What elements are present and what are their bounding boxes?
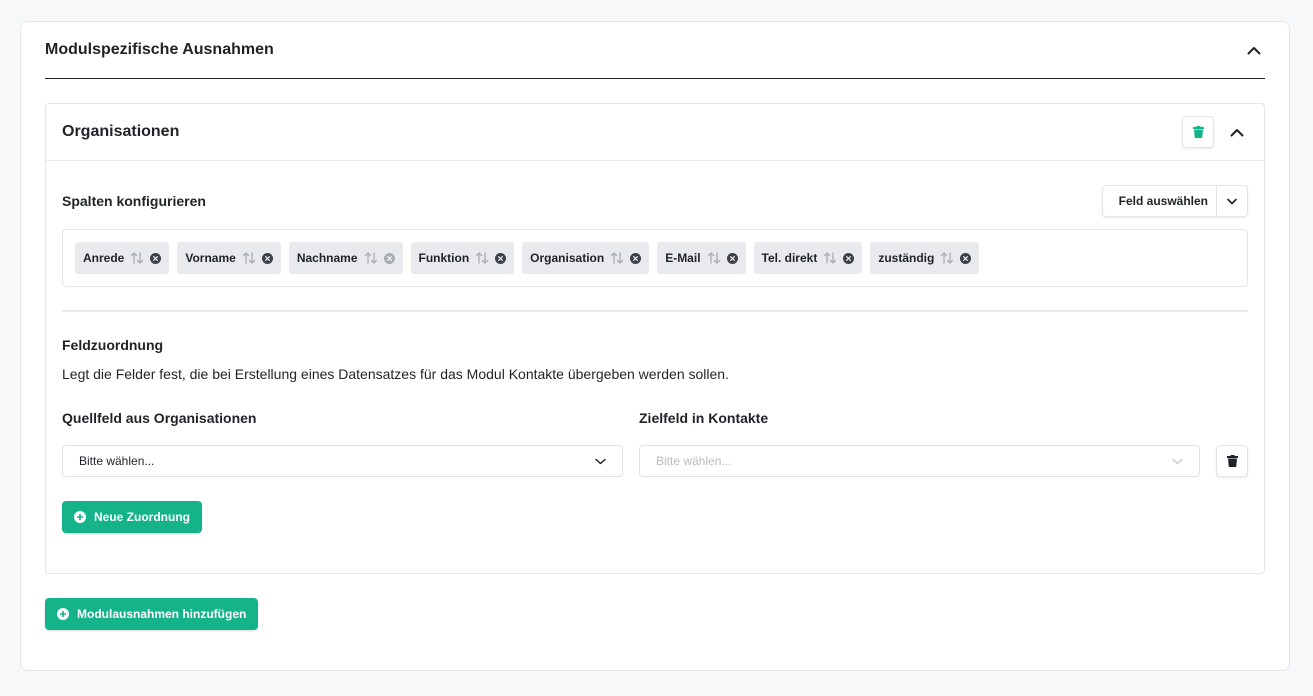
source-field-label: Quellfeld aus Organisationen (62, 410, 257, 426)
source-field-value: Bitte wählen... (79, 454, 155, 468)
section-title: Modulspezifische Ausnahmen (45, 41, 274, 58)
sort-arrows-icon[interactable] (242, 252, 256, 264)
column-tag-label: E-Mail (665, 251, 701, 265)
column-tag-label: Funktion (418, 251, 470, 265)
chevron-down-icon (1172, 458, 1183, 464)
sort-arrows-icon[interactable] (130, 252, 144, 264)
target-field-select[interactable]: Bitte wählen... (639, 445, 1200, 477)
target-field-placeholder: Bitte wählen... (656, 454, 732, 468)
field-select-dropdown[interactable]: Feld auswählen (1101, 185, 1248, 217)
module-exceptions-card: Modulspezifische Ausnahmen Organisatione… (20, 21, 1290, 671)
collapse-section-button[interactable] (1243, 39, 1265, 61)
delete-mapping-button[interactable] (1216, 445, 1248, 477)
remove-tag-icon[interactable] (150, 252, 162, 264)
column-tag[interactable]: Vorname (177, 242, 281, 274)
new-mapping-button[interactable]: Neue Zuordnung (62, 501, 202, 533)
remove-tag-icon[interactable] (261, 252, 273, 264)
remove-tag-icon[interactable] (630, 252, 642, 264)
trash-icon (1192, 126, 1204, 138)
column-tag[interactable]: Anrede (75, 242, 170, 274)
new-mapping-label: Neue Zuordnung (94, 510, 190, 524)
plus-circle-icon (57, 608, 69, 620)
column-tag[interactable]: Funktion (410, 242, 515, 274)
columns-config-row: Spalten konfigurieren Feld auswählen (62, 185, 1248, 217)
source-field-select[interactable]: Bitte wählen... (62, 445, 623, 477)
remove-tag-icon[interactable] (960, 252, 972, 264)
remove-tag-icon[interactable] (495, 252, 507, 264)
plus-circle-icon (74, 511, 86, 523)
sort-arrows-icon[interactable] (707, 252, 721, 264)
divider (62, 310, 1248, 312)
delete-module-button[interactable] (1182, 116, 1214, 148)
column-tag[interactable]: zuständig (870, 242, 980, 274)
sort-arrows-icon[interactable] (940, 252, 954, 264)
column-tag[interactable]: Tel. direkt (753, 242, 863, 274)
sort-arrows-icon[interactable] (610, 252, 624, 264)
chevron-down-icon (1227, 198, 1237, 204)
column-tag-label: Tel. direkt (761, 251, 818, 265)
columns-config-label: Spalten konfigurieren (62, 193, 206, 209)
sort-arrows-icon[interactable] (823, 252, 837, 264)
column-tag-label: zuständig (878, 251, 935, 265)
module-title: Organisationen (62, 123, 180, 140)
column-tag-label: Anrede (83, 251, 125, 265)
add-module-exception-button[interactable]: Modulausnahmen hinzufügen (45, 598, 259, 630)
field-mapping-description: Legt die Felder fest, die bei Erstellung… (62, 366, 729, 382)
chevron-down-icon (595, 458, 606, 464)
module-card-organisationen: Organisationen Spalten konfigurieren Fel… (45, 103, 1265, 574)
column-tag[interactable]: Nachname (288, 242, 403, 274)
column-tag-label: Nachname (296, 251, 358, 265)
collapse-module-button[interactable] (1226, 121, 1248, 143)
sort-arrows-icon[interactable] (475, 252, 489, 264)
add-module-exception-label: Modulausnahmen hinzufügen (77, 607, 247, 621)
column-tags-box: Anrede Vorname Nachname Funktion Organisatio… (62, 229, 1248, 287)
module-header: Organisationen (46, 104, 1264, 161)
field-select-button[interactable]: Feld auswählen (1103, 186, 1217, 216)
column-tag[interactable]: Organisation (522, 242, 650, 274)
remove-tag-icon (383, 252, 395, 264)
remove-tag-icon[interactable] (843, 252, 855, 264)
chevron-up-icon (1230, 128, 1244, 136)
trash-icon (1226, 455, 1238, 467)
column-tag[interactable]: E-Mail (657, 242, 746, 274)
column-tag-label: Organisation (530, 251, 605, 265)
target-field-label: Zielfeld in Kontakte (639, 410, 769, 426)
sort-arrows-icon[interactable] (364, 252, 378, 264)
field-select-toggle[interactable] (1217, 186, 1247, 216)
chevron-up-icon (1247, 46, 1261, 54)
field-mapping-title: Feldzuordnung (62, 337, 164, 353)
section-header: Modulspezifische Ausnahmen (45, 22, 1265, 79)
remove-tag-icon[interactable] (726, 252, 738, 264)
column-tag-label: Vorname (185, 251, 236, 265)
